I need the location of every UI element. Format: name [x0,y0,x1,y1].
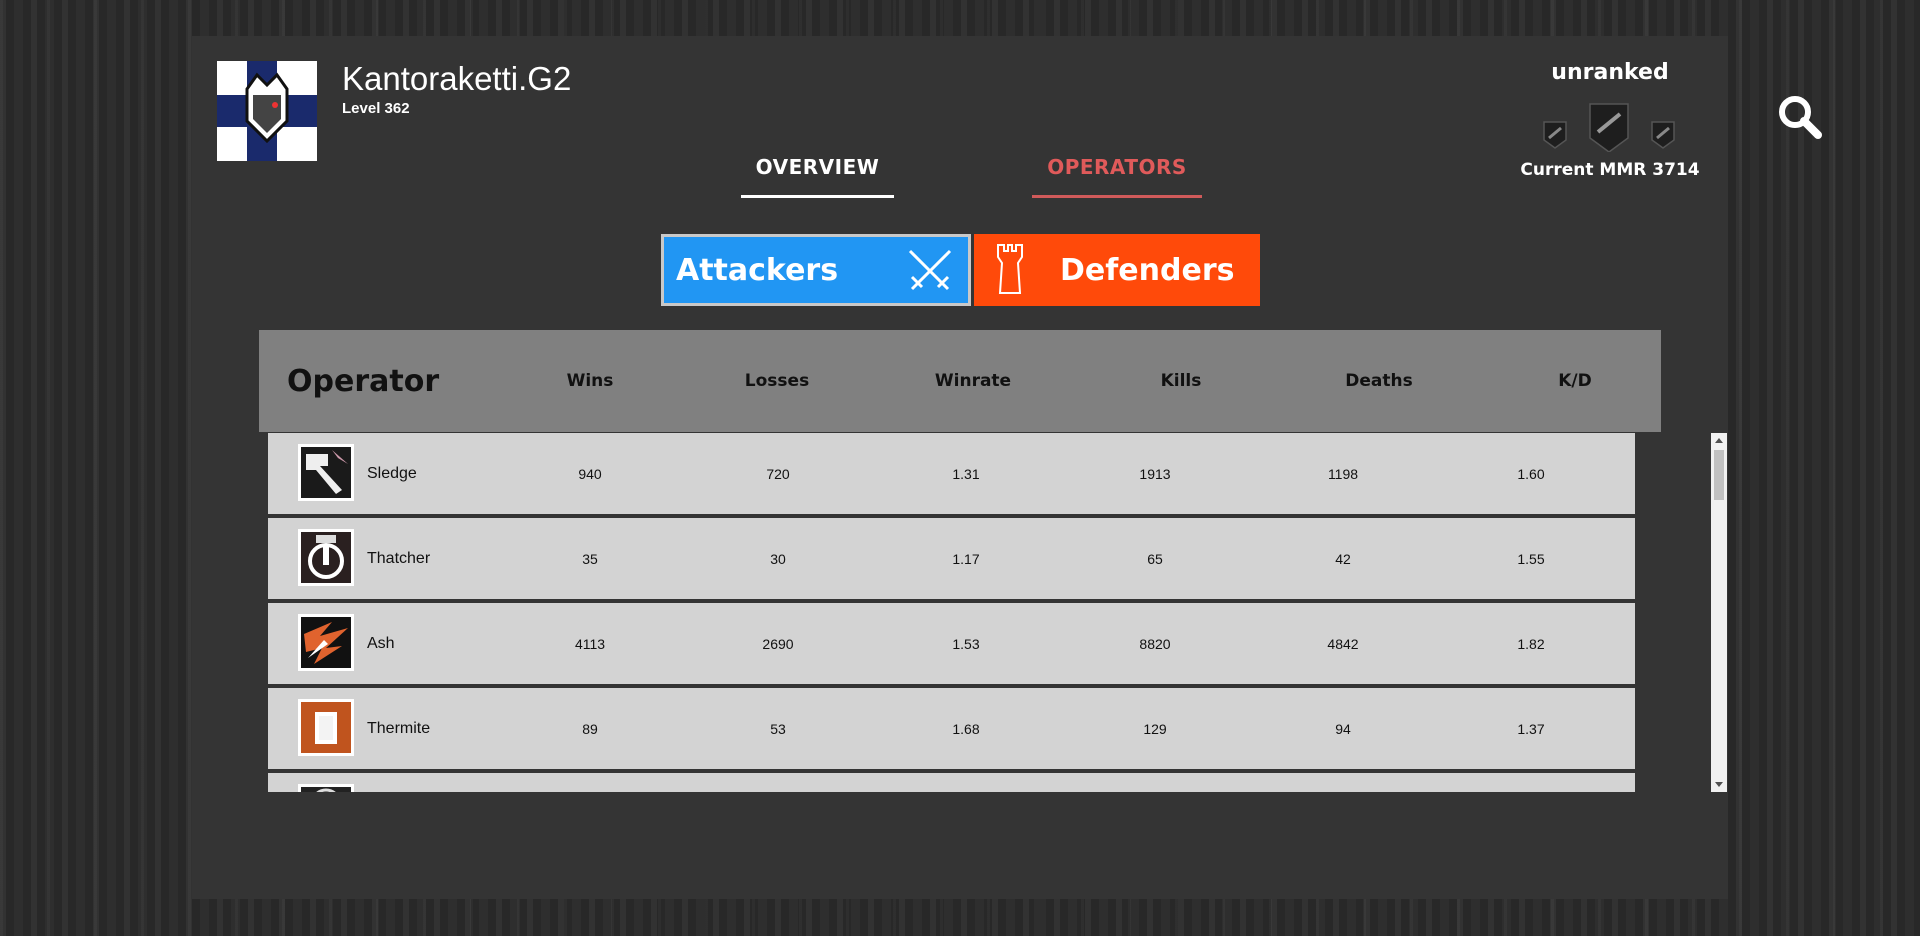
header-operator: Operator [287,363,440,399]
table-header: Operator Wins Losses Winrate Kills Death… [259,330,1661,432]
attackers-button[interactable]: Attackers [661,234,971,306]
cell-winrate: 1.31 [952,465,980,482]
attackers-label: Attackers [676,252,839,288]
header-kills: Kills [1160,371,1202,391]
rank-title: unranked [1551,60,1669,85]
header-wins: Wins [566,371,614,391]
cell-losses: 720 [766,465,790,482]
cell-winrate: 1.68 [952,720,980,737]
cell-wins: 89 [582,720,598,737]
crossed-swords-icon [908,249,952,291]
header-winrate: Winrate [934,371,1012,391]
defenders-label: Defenders [1060,252,1235,288]
tower-icon [997,244,1023,294]
cell-deaths: 42 [1335,550,1351,567]
cell-kills: 65 [1147,550,1163,567]
header-losses: Losses [744,371,810,391]
tab-overview[interactable]: OVERVIEW [741,155,894,198]
operator-icon [298,784,354,792]
cell-wins: 4113 [574,635,606,652]
cell-deaths: 94 [1335,720,1351,737]
thatcher-icon [298,529,354,586]
current-mmr: Current MMR 3714 [1520,160,1700,180]
cell-kills: 129 [1143,720,1167,737]
defenders-button[interactable]: Defenders [974,234,1260,306]
scrollbar[interactable] [1711,433,1727,792]
cell-kills: 8820 [1139,635,1171,652]
cell-wins: 940 [578,465,602,482]
cell-kills: 1913 [1139,465,1171,482]
g2-logo-icon [217,61,317,161]
table-row[interactable] [268,773,1635,792]
cell-winrate: 1.17 [952,550,980,567]
cell-deaths: 1198 [1327,465,1359,482]
cell-losses: 53 [770,720,786,737]
search-button[interactable] [1775,92,1825,142]
cell-kd: 1.60 [1517,465,1545,482]
cell-losses: 2690 [762,635,794,652]
operator-list[interactable]: Sledge 940 720 1.31 1913 1198 1.60 Thatc… [268,433,1727,792]
header-kd: K/D [1558,371,1592,391]
cell-kd: 1.37 [1517,720,1545,737]
tab-operators[interactable]: OPERATORS [1032,155,1202,198]
cell-wins: 35 [582,550,598,567]
table-row[interactable]: Ash 4113 2690 1.53 8820 4842 1.82 [268,603,1635,684]
header-deaths: Deaths [1345,371,1413,391]
operator-name: Thatcher [367,549,431,567]
username: Kantoraketti.G2 [342,60,572,97]
cell-winrate: 1.53 [952,635,980,652]
operator-name: Sledge [367,464,417,482]
rank-badge-icon [1543,103,1675,153]
cell-kd: 1.55 [1517,550,1545,567]
sledge-icon [298,444,354,501]
table-row[interactable]: Thermite 89 53 1.68 129 94 1.37 [268,688,1635,769]
thermite-icon [298,699,354,756]
table-row[interactable]: Thatcher 35 30 1.17 65 42 1.55 [268,518,1635,599]
avatar [217,61,317,161]
scroll-up-icon[interactable] [1715,438,1723,443]
operator-name: Ash [367,634,395,652]
ash-icon [298,614,354,671]
operator-name: Thermite [367,719,431,737]
table-row[interactable]: Sledge 940 720 1.31 1913 1198 1.60 [268,433,1635,514]
scroll-down-icon[interactable] [1715,782,1723,787]
rank-badges [1540,102,1680,153]
cell-kd: 1.82 [1517,635,1545,652]
cell-losses: 30 [770,550,786,567]
cell-deaths: 4842 [1327,635,1359,652]
scroll-thumb[interactable] [1714,450,1724,500]
player-level: Level 362 [342,100,410,117]
search-icon [1779,96,1822,139]
